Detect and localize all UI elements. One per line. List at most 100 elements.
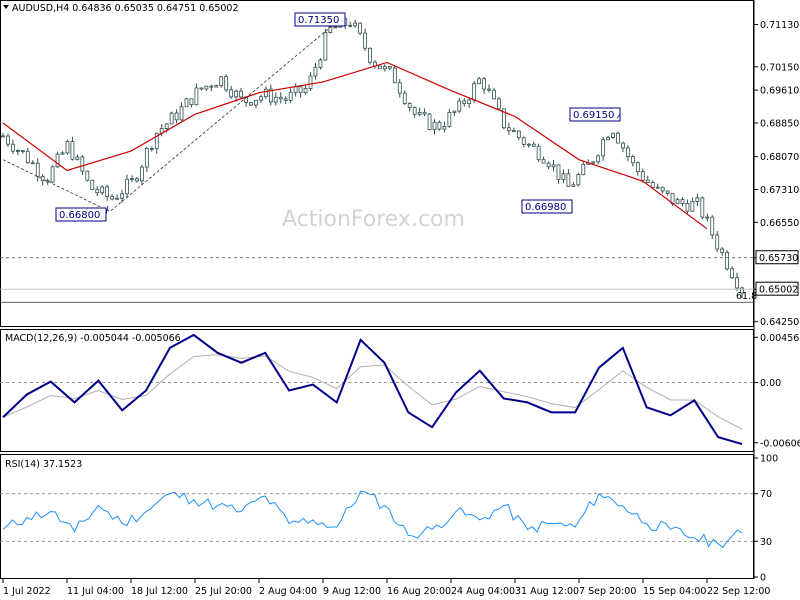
candle-body [204, 85, 209, 90]
rsi-tick-label: 70 [760, 489, 772, 500]
candle-body [581, 163, 586, 176]
candle-body [665, 190, 670, 194]
rsi-tick-label: 30 [760, 537, 772, 548]
x-tick-label: 16 Aug 20:00 [387, 586, 451, 597]
price-tick-label: 0.69610 [760, 86, 799, 97]
candle-body [149, 147, 154, 150]
candle-body [402, 92, 407, 104]
candle-body [437, 121, 442, 130]
candle-body [348, 24, 353, 27]
candle-body [506, 127, 511, 132]
candle-body [298, 86, 303, 94]
rsi-line [2, 490, 743, 549]
candle-body [497, 98, 501, 110]
price-tick-label: 0.70150 [760, 62, 799, 73]
candle-body [368, 47, 372, 63]
candle-body [120, 193, 124, 199]
candle-body [169, 112, 174, 125]
price-annotation-label: 0.71350 [298, 15, 339, 26]
candle-body [382, 66, 387, 70]
candle-body [541, 159, 546, 164]
candle-body [90, 179, 95, 191]
symbol-title: AUDUSD,H4 0.64836 0.65035 0.64751 0.6500… [12, 3, 239, 14]
annotations: 0.71350 0.66800 0.66980 0.69150 [55, 12, 621, 222]
candle-body [735, 277, 739, 289]
candle-body [105, 186, 110, 197]
candle-body [655, 186, 660, 189]
candle-body [705, 216, 710, 219]
x-tick-label: 1 Jul 2022 [3, 586, 51, 597]
x-tick-label: 7 Sep 20:00 [579, 586, 636, 597]
candle-body [601, 139, 606, 157]
candle-body [596, 155, 601, 163]
candle-body [715, 234, 720, 250]
candle-body [640, 171, 645, 181]
candle-body [6, 135, 10, 145]
candle-body [130, 178, 134, 181]
price-tick-label: 0.64250 [760, 317, 799, 328]
candle-body [1, 135, 5, 138]
candle-body [427, 113, 432, 130]
candle-body [259, 96, 263, 101]
candle-body [591, 161, 596, 164]
price-tick-label: 0.68070 [760, 152, 799, 163]
price-panel-frame [0, 0, 754, 327]
x-tick-label: 24 Aug 04:00 [451, 586, 515, 597]
candle-body [125, 178, 129, 195]
candle-body [308, 75, 313, 89]
candle-body [179, 106, 184, 121]
candle-body [293, 86, 298, 93]
candle-body [621, 142, 625, 149]
price-annotation-label: 0.69150 [573, 110, 614, 121]
candle-body [15, 150, 20, 152]
candle-body [467, 99, 472, 105]
candle-body [645, 179, 650, 183]
candle-body [174, 112, 179, 121]
macd-line [2, 333, 743, 446]
candle-body [135, 178, 139, 182]
candle-body [516, 130, 521, 139]
candle-body [353, 22, 358, 27]
candle-body [318, 59, 323, 68]
candle-body [675, 199, 680, 205]
candle-body [95, 189, 100, 194]
x-tick-label: 2 Aug 04:00 [259, 586, 317, 597]
candle-body [358, 22, 363, 34]
dropdown-triangle-icon [3, 5, 9, 9]
candle-body [254, 99, 258, 106]
candle-body [234, 90, 239, 98]
candle-body [219, 76, 224, 86]
price-tick-label: 0.66550 [760, 218, 799, 229]
candle-body [690, 200, 695, 212]
candle-body [422, 112, 427, 115]
rsi-plot [0, 490, 754, 549]
x-tick-label: 18 Jul 12:00 [131, 586, 188, 597]
candle-body [730, 268, 734, 279]
macd-tick-label: -0.006069 [760, 438, 800, 449]
candle-body [616, 132, 620, 144]
macd-tick-label: 0.004567 [760, 333, 800, 344]
candle-body [660, 186, 665, 192]
fib-level-label: 61.8 [736, 291, 757, 302]
candle-body [194, 87, 199, 106]
watermark: ActionForex.com [282, 207, 465, 232]
candle-body [397, 82, 402, 94]
x-tick-label: 9 Aug 12:00 [323, 586, 381, 597]
candle-body [189, 98, 194, 106]
candle-body [313, 66, 318, 77]
price-tag-label: 0.65002 [759, 285, 798, 296]
chart-canvas: ActionForex.com 61.8 0.71130 0.70150 0.696… [0, 0, 800, 597]
candle-body [85, 170, 90, 181]
price-tick-label: 0.71130 [760, 20, 799, 31]
candle-body [288, 91, 293, 101]
candle-body [303, 88, 308, 94]
candle-body [60, 152, 65, 155]
candle-body [695, 197, 700, 202]
candle-body [556, 164, 561, 180]
candle-body [110, 195, 115, 200]
candle-body [363, 32, 367, 49]
candle-body [20, 150, 25, 152]
candle-body [417, 112, 422, 115]
candle-body [25, 150, 30, 164]
candle-body [407, 103, 412, 109]
